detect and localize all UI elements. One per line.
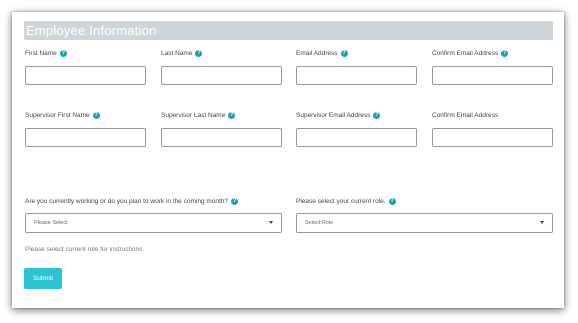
role-select[interactable]: Select Role [296, 213, 553, 233]
help-icon[interactable]: ? [388, 198, 396, 205]
caret-down-icon [269, 221, 273, 224]
email-input[interactable] [296, 66, 417, 85]
help-icon[interactable]: ? [501, 50, 509, 57]
supervisor-last-name-input[interactable] [161, 128, 282, 147]
help-icon[interactable]: ? [340, 50, 348, 57]
help-icon[interactable]: ? [195, 50, 203, 57]
supervisor-first-name-input[interactable] [25, 128, 146, 147]
help-icon[interactable]: ? [59, 50, 67, 57]
section-header: Employee Information [24, 21, 553, 40]
supervisor-email-input[interactable] [296, 128, 417, 147]
submit-button[interactable]: Submit [24, 268, 62, 289]
section-title: Employee Information [26, 23, 157, 38]
working-question-label: Are you currently working or do you plan… [25, 198, 239, 205]
help-icon[interactable]: ? [228, 112, 236, 119]
first-name-input[interactable] [25, 66, 146, 85]
supervisor-last-name-label: Supervisor Last Name ? [161, 112, 236, 119]
supervisor-confirm-email-label: Confirm Email Address [432, 112, 499, 119]
last-name-input[interactable] [161, 66, 282, 85]
help-icon[interactable]: ? [231, 198, 239, 205]
role-instructions-note: Please select current role for instructi… [25, 246, 145, 253]
help-icon[interactable]: ? [373, 112, 381, 119]
confirm-email-label: Confirm Email Address ? [432, 50, 509, 57]
first-name-label: First Name ? [25, 50, 67, 57]
role-question-label: Please select your current role. ? [296, 198, 396, 205]
help-icon[interactable]: ? [92, 112, 100, 119]
email-label: Email Address ? [296, 50, 348, 57]
last-name-label: Last Name ? [161, 50, 203, 57]
supervisor-confirm-email-input[interactable] [432, 128, 553, 147]
supervisor-first-name-label: Supervisor First Name ? [25, 112, 100, 119]
confirm-email-input[interactable] [432, 66, 553, 85]
supervisor-email-label: Supervisor Email Address ? [296, 112, 381, 119]
caret-down-icon [540, 221, 544, 224]
working-select[interactable]: Please Select [25, 213, 282, 233]
